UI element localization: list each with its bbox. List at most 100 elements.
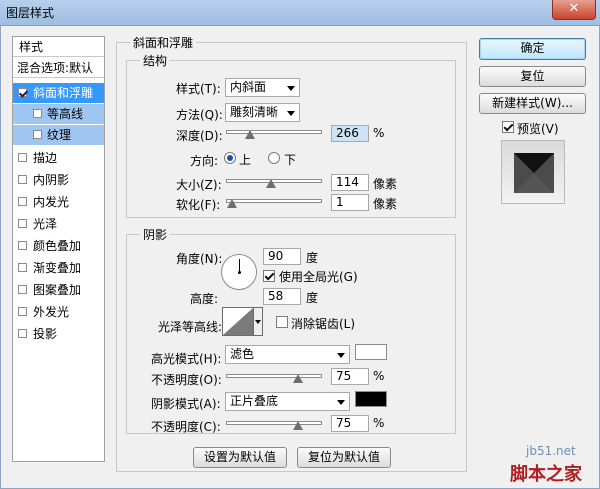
style-item-gradient-overlay[interactable]: 渐变叠加 — [13, 258, 104, 278]
direction-up-label: 上 — [239, 153, 252, 167]
global-light-checkbox[interactable] — [263, 270, 275, 282]
checkbox-icon[interactable] — [18, 329, 27, 338]
preview-label: 预览(V) — [517, 122, 559, 136]
size-input[interactable]: 114 — [331, 174, 369, 191]
shadow-mode-select[interactable]: 正片叠底 — [225, 392, 350, 411]
soften-slider[interactable] — [226, 199, 322, 203]
window-title: 图层样式 — [6, 6, 55, 20]
gloss-contour-label: 光泽等高线: — [158, 320, 223, 334]
soften-input[interactable]: 1 — [331, 194, 369, 211]
angle-dial[interactable] — [221, 254, 257, 290]
depth-slider-thumb[interactable] — [245, 130, 255, 139]
ok-button[interactable]: 确定 — [479, 38, 586, 60]
style-item-blending-options[interactable]: 混合选项:默认 — [13, 58, 104, 78]
technique-select[interactable]: 雕刻清晰 — [225, 103, 300, 122]
preview-checkbox[interactable] — [502, 121, 514, 133]
chevron-down-icon — [337, 353, 345, 358]
checkbox-icon[interactable] — [18, 88, 27, 97]
style-item-texture[interactable]: 纹理 — [13, 125, 104, 145]
style-item-inner-shadow[interactable]: 内阴影 — [13, 170, 104, 190]
checkbox-icon[interactable] — [18, 197, 27, 206]
watermark-site: jb51.net — [526, 444, 576, 458]
highlight-mode-select[interactable]: 滤色 — [225, 345, 350, 364]
reset-button[interactable]: 复位 — [479, 66, 586, 87]
style-item-drop-shadow[interactable]: 投影 — [13, 324, 104, 344]
anti-aliased-label: 消除锯齿(L) — [291, 317, 356, 331]
checkbox-icon[interactable] — [18, 153, 27, 162]
style-item-label: 图案叠加 — [33, 283, 82, 297]
altitude-input[interactable]: 58 — [263, 288, 301, 305]
shadow-mode-label: 阴影模式(A): — [151, 397, 221, 411]
shadow-opacity-label: 不透明度(C): — [151, 420, 221, 434]
style-list-header[interactable]: 样式 — [13, 37, 104, 57]
shadow-color-swatch[interactable] — [355, 391, 387, 407]
style-item-label: 颜色叠加 — [33, 239, 82, 253]
angle-input[interactable]: 90 — [263, 248, 301, 265]
chevron-down-icon — [287, 111, 295, 116]
style-item-label: 外发光 — [33, 305, 70, 319]
close-button[interactable]: ✕ — [552, 0, 596, 20]
watermark-name: 脚本之家 — [510, 464, 582, 485]
checkbox-icon[interactable] — [33, 130, 42, 139]
highlight-opacity-label: 不透明度(O): — [151, 373, 222, 387]
altitude-unit: 度 — [306, 291, 319, 305]
style-item-bevel-emboss[interactable]: 斜面和浮雕 — [13, 83, 104, 103]
style-item-outer-glow[interactable]: 外发光 — [13, 302, 104, 322]
checkbox-icon[interactable] — [18, 241, 27, 250]
shadow-opacity-input[interactable]: 75 — [331, 415, 369, 432]
checkbox-icon[interactable] — [18, 307, 27, 316]
new-style-button[interactable]: 新建样式(W)... — [479, 93, 586, 114]
highlight-opacity-input[interactable]: 75 — [331, 368, 369, 385]
checkbox-icon[interactable] — [18, 175, 27, 184]
style-item-label: 混合选项:默认 — [17, 61, 94, 75]
gloss-contour-dropdown[interactable] — [254, 307, 263, 336]
highlight-color-swatch[interactable] — [355, 344, 387, 360]
chevron-down-icon — [287, 86, 295, 91]
style-item-label: 描边 — [33, 151, 58, 165]
style-item-contour[interactable]: 等高线 — [13, 104, 104, 124]
soften-label: 软化(F): — [176, 198, 221, 212]
angle-unit: 度 — [306, 251, 319, 265]
highlight-opacity-slider[interactable] — [226, 374, 322, 378]
style-item-label: 纹理 — [47, 128, 72, 142]
checkbox-icon[interactable] — [18, 285, 27, 294]
structure-title: 结构 — [140, 52, 171, 69]
anti-aliased-checkbox[interactable] — [276, 316, 288, 328]
style-select[interactable]: 内斜面 — [225, 78, 300, 97]
style-item-stroke[interactable]: 描边 — [13, 148, 104, 168]
shadow-opacity-slider[interactable] — [226, 421, 322, 425]
depth-slider[interactable] — [226, 130, 322, 134]
soften-slider-thumb[interactable] — [227, 199, 237, 208]
chevron-down-icon — [255, 320, 261, 324]
chevron-down-icon — [337, 400, 345, 405]
style-item-satin[interactable]: 光泽 — [13, 214, 104, 234]
highlight-mode-label: 高光模式(H): — [151, 352, 222, 366]
checkbox-icon[interactable] — [33, 109, 42, 118]
highlight-opacity-thumb[interactable] — [293, 374, 303, 383]
gloss-contour-preview[interactable] — [222, 307, 254, 336]
checkbox-icon[interactable] — [18, 219, 27, 228]
technique-label: 方法(Q): — [176, 108, 223, 122]
style-item-label: 斜面和浮雕 — [33, 86, 94, 100]
contour-curve-icon — [223, 308, 253, 335]
style-item-inner-glow[interactable]: 内发光 — [13, 192, 104, 212]
style-item-label: 等高线 — [47, 107, 84, 121]
style-list-header-label: 样式 — [19, 40, 44, 54]
style-item-color-overlay[interactable]: 颜色叠加 — [13, 236, 104, 256]
highlight-mode-value: 滤色 — [230, 347, 255, 361]
style-item-pattern-overlay[interactable]: 图案叠加 — [13, 280, 104, 300]
depth-input[interactable]: 266 — [331, 125, 369, 142]
depth-unit: % — [373, 126, 385, 140]
direction-up-radio[interactable] — [224, 152, 236, 164]
angle-label: 角度(N): — [176, 252, 223, 266]
bevel-preview-icon — [514, 153, 554, 193]
shadow-mode-value: 正片叠底 — [230, 394, 279, 408]
style-item-label: 内阴影 — [33, 173, 70, 187]
make-default-button[interactable]: 设置为默认值 — [193, 447, 287, 468]
size-slider-thumb[interactable] — [266, 179, 276, 188]
checkbox-icon[interactable] — [18, 263, 27, 272]
direction-down-radio[interactable] — [268, 152, 280, 164]
shadow-opacity-thumb[interactable] — [293, 421, 303, 430]
reset-to-default-button[interactable]: 复位为默认值 — [297, 447, 391, 468]
size-unit: 像素 — [373, 177, 398, 191]
